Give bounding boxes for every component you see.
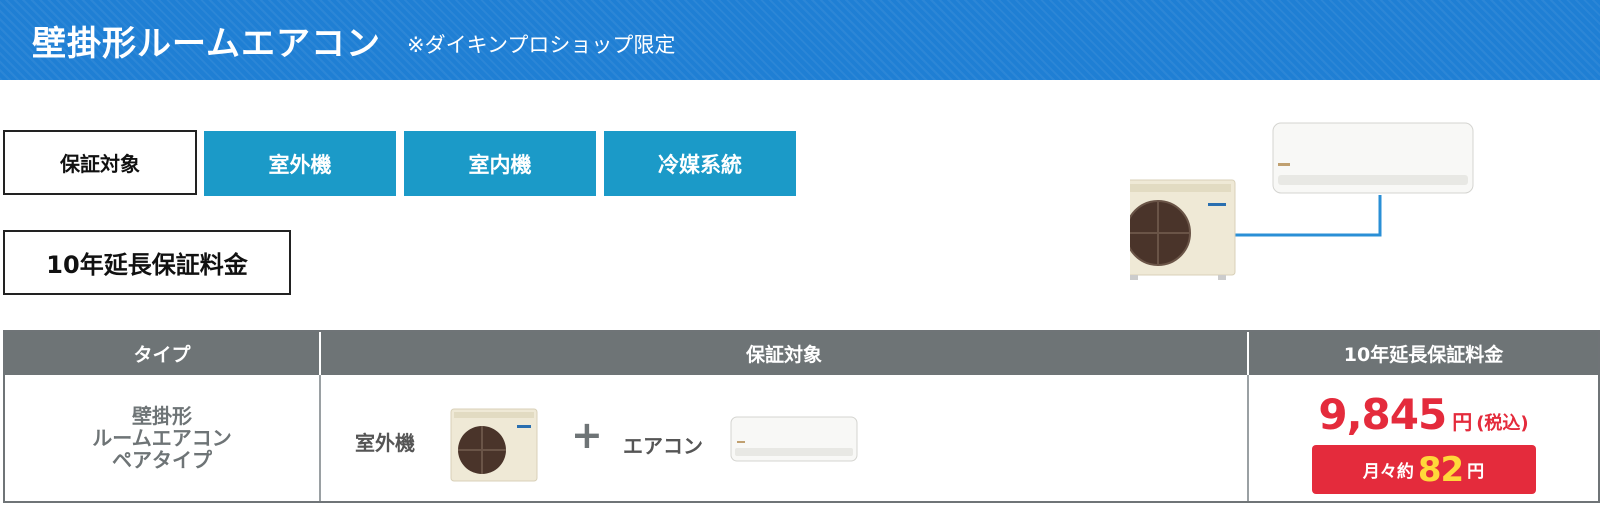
air-conditioner-label: エアコン [623, 434, 703, 458]
outdoor-unit-icon [450, 408, 538, 482]
type-line-2: ルームエアコン [92, 426, 232, 450]
monthly-price-badge: 月々約 82 円 [1311, 445, 1536, 494]
indoor-ac-icon [730, 416, 858, 462]
header-type: タイプ [5, 332, 321, 375]
fee-cell: 9,845 円 (税込) 月々約 82 円 [1249, 375, 1598, 501]
header-target: 保証対象 [321, 332, 1249, 375]
extended-warranty-fee-label: 10年延長保証料金 [3, 230, 291, 295]
plus-sign: + [571, 413, 603, 457]
price-value: 9,845 [1318, 390, 1447, 439]
outdoor-unit-label: 室外機 [355, 431, 415, 455]
type-cell: 壁掛形 ルームエアコン ペアタイプ [5, 375, 321, 501]
price-tax-note: (税込) [1476, 413, 1529, 434]
type-text: 壁掛形 ルームエアコン ペアタイプ [5, 405, 319, 471]
header-fee: 10年延長保証料金 [1343, 344, 1504, 366]
monthly-value: 82 [1417, 449, 1464, 490]
price: 9,845 円 (税込) [1318, 390, 1528, 439]
monthly-label: 月々約 [1362, 462, 1414, 482]
outdoor-unit-and-indoor-ac-illustration [1130, 122, 1474, 280]
tab-indoor-unit: 室内機 [404, 131, 596, 196]
page-subtitle: ※ダイキンプロショップ限定 [406, 33, 676, 57]
outdoor-unit-icon [1130, 179, 1236, 280]
page-title: 壁掛形ルームエアコン [32, 23, 381, 64]
indoor-ac-icon [1272, 122, 1474, 194]
type-line-1: 壁掛形 [132, 404, 192, 428]
tab-outdoor-unit: 室外機 [204, 131, 396, 196]
tab-refrigerant-system: 冷媒系統 [604, 131, 796, 196]
warranty-fee-table: タイプ 保証対象 10年延長保証料金 壁掛形 ルームエアコン ペアタイプ 室外機… [3, 330, 1600, 503]
monthly-unit: 円 [1467, 462, 1485, 482]
table-header: タイプ 保証対象 10年延長保証料金 [5, 332, 1598, 375]
target-cell: 室外機 + エアコン [321, 375, 1249, 501]
page-header-banner: 壁掛形ルームエアコン ※ダイキンプロショップ限定 [0, 0, 1600, 80]
type-line-3: ペアタイプ [112, 448, 212, 472]
table-row: 壁掛形 ルームエアコン ペアタイプ 室外機 + エアコン 9,845 円 (税込… [5, 375, 1598, 501]
price-unit: 円 [1452, 410, 1473, 434]
warranty-target-label: 保証対象 [3, 130, 197, 195]
